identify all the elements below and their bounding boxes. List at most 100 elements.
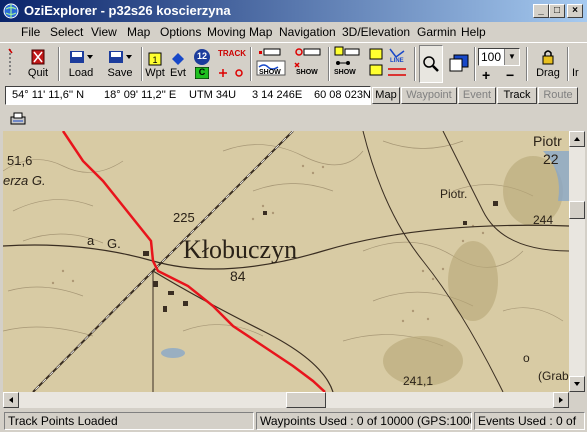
toolbar-separator bbox=[414, 47, 416, 81]
magnifier-button[interactable] bbox=[419, 45, 443, 83]
utm-easting: 3 14 246E bbox=[252, 89, 303, 101]
badge-c: C bbox=[198, 67, 206, 77]
arrow-left-icon bbox=[9, 397, 13, 403]
app-globe-icon bbox=[3, 3, 19, 19]
waypoint-button[interactable]: 1 Wpt bbox=[145, 45, 165, 83]
vertical-scroll-thumb[interactable] bbox=[569, 201, 585, 219]
menu-help[interactable]: Help bbox=[461, 25, 486, 39]
save-button[interactable]: Save bbox=[102, 45, 138, 83]
minimize-button[interactable]: _ bbox=[533, 4, 549, 18]
main-toolbar: Quit Load Save 1 Wpt Evt 12 C TRACK SHOW… bbox=[0, 42, 587, 85]
waypoint-tab-button[interactable]: Waypoint bbox=[401, 87, 457, 104]
scroll-corner bbox=[569, 392, 585, 408]
zoom-select[interactable]: 100 ▼ bbox=[478, 48, 520, 66]
line-tools-button[interactable]: LINE bbox=[366, 45, 410, 83]
map-elevation-label: 225 bbox=[173, 210, 195, 225]
longitude-value: 18° 09' 11,2'' E bbox=[104, 89, 177, 101]
toolbar-separator bbox=[567, 47, 569, 81]
load-folder-icon bbox=[70, 51, 93, 63]
horizontal-scroll-thumb[interactable] bbox=[286, 392, 326, 408]
map-label: 22 bbox=[543, 151, 559, 167]
maximize-button[interactable]: □ bbox=[549, 4, 565, 18]
save-label: Save bbox=[107, 67, 133, 79]
waypoint-flag-icon: 1 bbox=[148, 52, 162, 66]
load-label: Load bbox=[68, 67, 94, 79]
toolbar-separator bbox=[250, 47, 252, 81]
show-label-2: SHOW bbox=[296, 69, 318, 76]
magnifier-icon bbox=[423, 56, 439, 72]
show-waypoints-button[interactable]: SHOW bbox=[332, 45, 362, 83]
menu-3d-elevation[interactable]: 3D/Elevation bbox=[342, 25, 410, 39]
plus-circle-icon bbox=[219, 69, 243, 77]
zoom-out-icon[interactable]: − bbox=[506, 67, 514, 83]
status-message: Track Points Loaded bbox=[4, 412, 254, 430]
lock-icon bbox=[542, 50, 554, 65]
line-label: LINE bbox=[390, 58, 404, 64]
route-numbers-button[interactable]: 12 C bbox=[192, 45, 212, 83]
route-tab-button[interactable]: Route bbox=[538, 87, 578, 104]
scroll-right-button[interactable] bbox=[553, 392, 569, 408]
utm-zone: UTM 34U bbox=[189, 89, 237, 101]
scroll-left-button[interactable] bbox=[3, 392, 19, 408]
menu-map[interactable]: Map bbox=[127, 25, 150, 39]
toolbar-separator bbox=[141, 47, 143, 81]
menu-moving-map[interactable]: Moving Map bbox=[207, 25, 272, 39]
event-diamond-icon bbox=[172, 53, 184, 65]
printer-icon[interactable] bbox=[9, 111, 27, 127]
arrow-up-icon bbox=[574, 137, 580, 141]
arrow-right-icon bbox=[559, 397, 563, 403]
vertical-scrollbar[interactable] bbox=[569, 131, 585, 392]
menu-navigation[interactable]: Navigation bbox=[279, 25, 336, 39]
toolbar-separator bbox=[526, 47, 528, 81]
horizontal-scrollbar[interactable] bbox=[3, 392, 569, 408]
load-button[interactable]: Load bbox=[63, 45, 99, 83]
scroll-down-button[interactable] bbox=[569, 376, 585, 392]
grip-icon bbox=[8, 48, 13, 75]
close-button[interactable]: × bbox=[567, 4, 583, 18]
map-view[interactable]: Kłobuczyn 84 225 51,6 241,1 244 G. a erz… bbox=[3, 131, 569, 392]
scroll-up-button[interactable] bbox=[569, 131, 585, 147]
track-tab-button[interactable]: Track bbox=[497, 87, 537, 104]
zoom-control: 100 ▼ + − bbox=[478, 45, 522, 83]
menu-bar: File Select View Map Options Moving Map … bbox=[0, 22, 587, 42]
quit-door-icon bbox=[31, 49, 45, 65]
more-toolbar-button[interactable]: Ir bbox=[572, 45, 587, 83]
map-town-label: Kłobuczyn bbox=[183, 235, 298, 264]
chevron-down-icon[interactable]: ▼ bbox=[504, 49, 519, 65]
status-waypoints: Waypoints Used : 0 of 10000 (GPS:1000) bbox=[256, 412, 472, 430]
menu-options[interactable]: Options bbox=[160, 25, 201, 39]
map-label: G. bbox=[107, 236, 121, 251]
event-tab-button[interactable]: Event bbox=[458, 87, 496, 104]
map-elevation-label: 51,6 bbox=[7, 153, 33, 168]
map-elevation-label: 241,1 bbox=[403, 374, 434, 388]
map-label: Piotr. bbox=[440, 187, 468, 201]
status-events: Events Used : 0 of bbox=[474, 412, 585, 430]
toolbar-grip[interactable] bbox=[6, 45, 16, 83]
position-readout: 54° 11' 11,6'' N 18° 09' 11,2'' E UTM 34… bbox=[5, 86, 371, 105]
event-button[interactable]: Evt bbox=[168, 45, 188, 83]
svg-text:1: 1 bbox=[152, 55, 157, 65]
map-elevation-label: 84 bbox=[230, 268, 246, 284]
menu-select[interactable]: Select bbox=[50, 25, 83, 39]
drag-button[interactable]: Drag bbox=[532, 45, 564, 83]
show-track-button[interactable]: SHOW bbox=[255, 45, 287, 83]
quit-label: Quit bbox=[27, 67, 49, 79]
arrow-down-icon bbox=[574, 382, 580, 386]
menu-file[interactable]: File bbox=[21, 25, 40, 39]
utm-northing: 60 08 023N bbox=[314, 89, 371, 101]
zoom-value: 100 bbox=[481, 50, 502, 64]
coordinate-bar: 54° 11' 11,6'' N 18° 09' 11,2'' E UTM 34… bbox=[0, 84, 587, 108]
track-button[interactable]: TRACK bbox=[218, 45, 246, 83]
map-window-button[interactable] bbox=[446, 45, 472, 83]
menu-view[interactable]: View bbox=[91, 25, 117, 39]
quit-button[interactable]: Quit bbox=[22, 45, 54, 83]
title-bar: OziExplorer - p32s26 koscierzyna _ □ × bbox=[0, 0, 587, 22]
map-tab-button[interactable]: Map bbox=[372, 87, 400, 104]
track-label: TRACK bbox=[218, 49, 246, 58]
latitude-value: 54° 11' 11,6'' N bbox=[12, 89, 85, 101]
map-label: (Grabo bbox=[538, 369, 569, 383]
zoom-in-icon[interactable]: + bbox=[482, 67, 490, 83]
map-label: a bbox=[87, 233, 95, 248]
menu-garmin[interactable]: Garmin bbox=[417, 25, 456, 39]
show-events-button[interactable]: SHOW bbox=[292, 45, 324, 83]
